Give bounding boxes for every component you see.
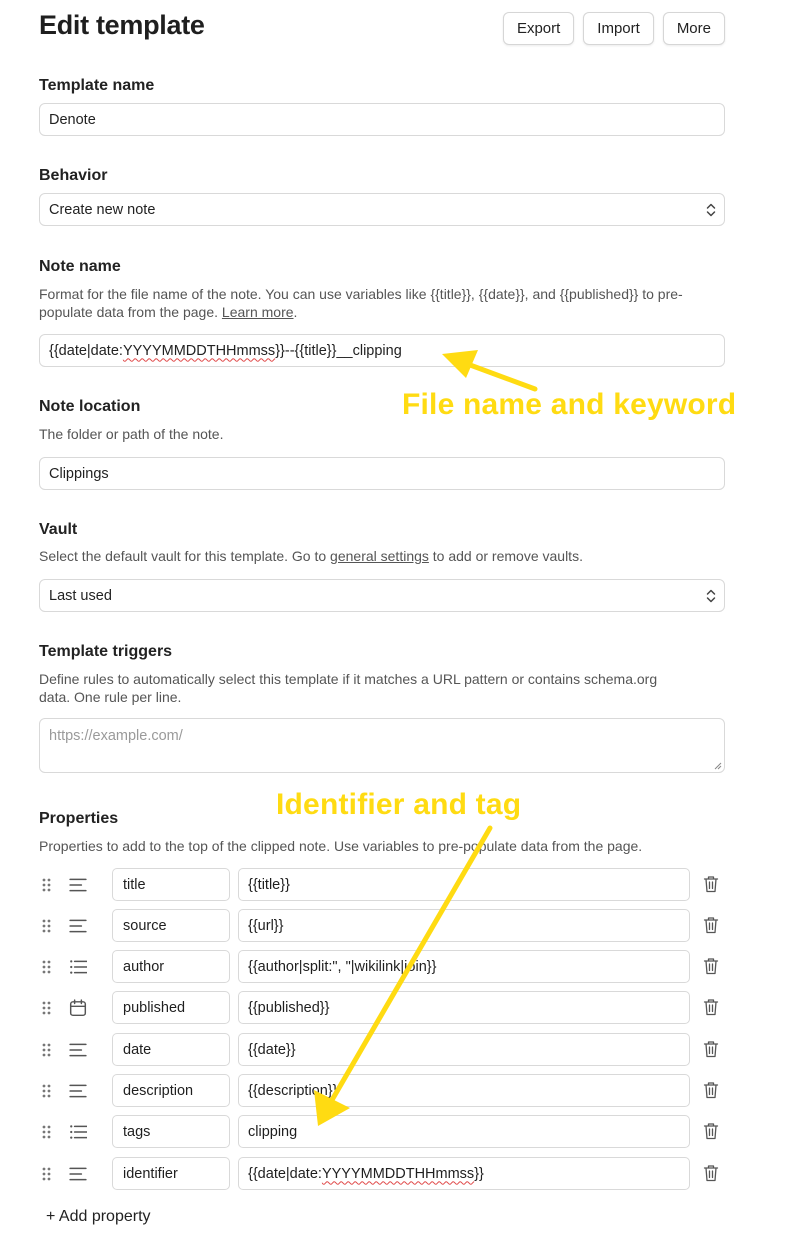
- import-button[interactable]: Import: [583, 12, 654, 45]
- behavior-value: Create new note: [49, 201, 156, 218]
- vault-label: Vault: [39, 521, 78, 538]
- drag-handle-icon[interactable]: [41, 1042, 51, 1058]
- note-name-label: Note name: [39, 258, 121, 275]
- drag-handle-icon[interactable]: [41, 877, 51, 893]
- template-name-value: Denote: [49, 111, 96, 128]
- text-icon[interactable]: [69, 917, 87, 935]
- trash-icon[interactable]: [703, 916, 719, 934]
- trash-icon[interactable]: [703, 1122, 719, 1140]
- property-name-input[interactable]: source: [112, 909, 230, 942]
- add-property-button[interactable]: + Add property: [46, 1208, 151, 1226]
- text-icon[interactable]: [69, 1082, 87, 1100]
- resize-grip-icon[interactable]: [713, 761, 722, 770]
- trash-icon[interactable]: [703, 998, 719, 1016]
- behavior-select[interactable]: Create new note: [39, 193, 725, 226]
- property-row: author {{author|split:", "|wikilink|join}…: [39, 950, 729, 983]
- properties-description: Properties to add to the top of the clip…: [39, 838, 643, 854]
- properties-label: Properties: [39, 810, 119, 827]
- property-value-input[interactable]: {{date|date: YYYYMMDDTHHmmss}}: [238, 1157, 690, 1190]
- trash-icon[interactable]: [703, 1164, 719, 1182]
- property-value-input[interactable]: {{date}}: [238, 1033, 690, 1066]
- property-row: date {{date}}: [39, 1033, 729, 1066]
- note-location-input[interactable]: Clippings: [39, 457, 725, 490]
- page-title: Edit template: [39, 10, 205, 40]
- trash-icon[interactable]: [703, 957, 719, 975]
- note-location-value: Clippings: [49, 465, 109, 482]
- property-name-input[interactable]: author: [112, 950, 230, 983]
- list-icon[interactable]: [69, 1123, 87, 1141]
- template-name-label: Template name: [39, 77, 155, 94]
- trash-icon[interactable]: [703, 1040, 719, 1058]
- annotation-identifier: Identifier and tag: [276, 788, 522, 821]
- note-location-description: The folder or path of the note.: [39, 426, 224, 442]
- calendar-icon[interactable]: [69, 999, 87, 1017]
- drag-handle-icon[interactable]: [41, 1124, 51, 1140]
- property-row: published {{published}}: [39, 991, 729, 1024]
- learn-more-link[interactable]: Learn more: [222, 304, 294, 320]
- annotation-file-name: File name and keyword: [402, 388, 737, 421]
- property-row: description {{description}}: [39, 1074, 729, 1107]
- property-row: source {{url}}: [39, 909, 729, 942]
- text-icon[interactable]: [69, 1165, 87, 1183]
- note-name-description: Format for the file name of the note. Yo…: [39, 286, 683, 320]
- template-triggers-description: Define rules to automatically select thi…: [39, 671, 658, 705]
- text-icon[interactable]: [69, 1041, 87, 1059]
- list-icon[interactable]: [69, 958, 87, 976]
- note-location-label: Note location: [39, 398, 141, 415]
- property-name-input[interactable]: tags: [112, 1115, 230, 1148]
- text-icon[interactable]: [69, 876, 87, 894]
- template-triggers-placeholder: https://example.com/: [49, 728, 183, 744]
- drag-handle-icon[interactable]: [41, 1083, 51, 1099]
- property-value-input[interactable]: {{author|split:", "|wikilink|join}}: [238, 950, 690, 983]
- property-value-input[interactable]: clipping: [238, 1115, 690, 1148]
- behavior-label: Behavior: [39, 167, 108, 184]
- general-settings-link[interactable]: general settings: [330, 548, 429, 564]
- property-value-input[interactable]: {{description}}: [238, 1074, 690, 1107]
- trash-icon[interactable]: [703, 875, 719, 893]
- chevron-up-down-icon: [706, 589, 716, 603]
- header-actions: Export Import More: [502, 12, 725, 45]
- property-name-input[interactable]: date: [112, 1033, 230, 1066]
- drag-handle-icon[interactable]: [41, 1166, 51, 1182]
- export-button[interactable]: Export: [502, 12, 575, 45]
- template-triggers-textarea[interactable]: https://example.com/: [39, 718, 725, 773]
- property-name-input[interactable]: identifier: [112, 1157, 230, 1190]
- note-name-input[interactable]: {{date|date:YYYYMMDDTHHmmss}}--{{title}}…: [39, 334, 725, 367]
- property-value-input[interactable]: {{url}}: [238, 909, 690, 942]
- property-name-input[interactable]: title: [112, 868, 230, 901]
- template-triggers-label: Template triggers: [39, 643, 173, 660]
- vault-description: Select the default vault for this templa…: [39, 548, 583, 564]
- note-name-value: {{date|date:YYYYMMDDTHHmmss}}--{{title}}…: [49, 342, 402, 359]
- property-name-input[interactable]: published: [112, 991, 230, 1024]
- drag-handle-icon[interactable]: [41, 1000, 51, 1016]
- property-value-input[interactable]: {{published}}: [238, 991, 690, 1024]
- drag-handle-icon[interactable]: [41, 918, 51, 934]
- property-row: identifier {{date|date: YYYYMMDDTHHmmss}}: [39, 1157, 729, 1190]
- property-name-input[interactable]: description: [112, 1074, 230, 1107]
- property-value-input[interactable]: {{title}}: [238, 868, 690, 901]
- more-button[interactable]: More: [662, 12, 725, 45]
- template-name-input[interactable]: Denote: [39, 103, 725, 136]
- drag-handle-icon[interactable]: [41, 959, 51, 975]
- vault-select[interactable]: Last used: [39, 579, 725, 612]
- chevron-up-down-icon: [706, 203, 716, 217]
- property-row: title {{title}}: [39, 868, 729, 901]
- property-row: tags clipping: [39, 1115, 729, 1148]
- trash-icon[interactable]: [703, 1081, 719, 1099]
- vault-value: Last used: [49, 587, 112, 604]
